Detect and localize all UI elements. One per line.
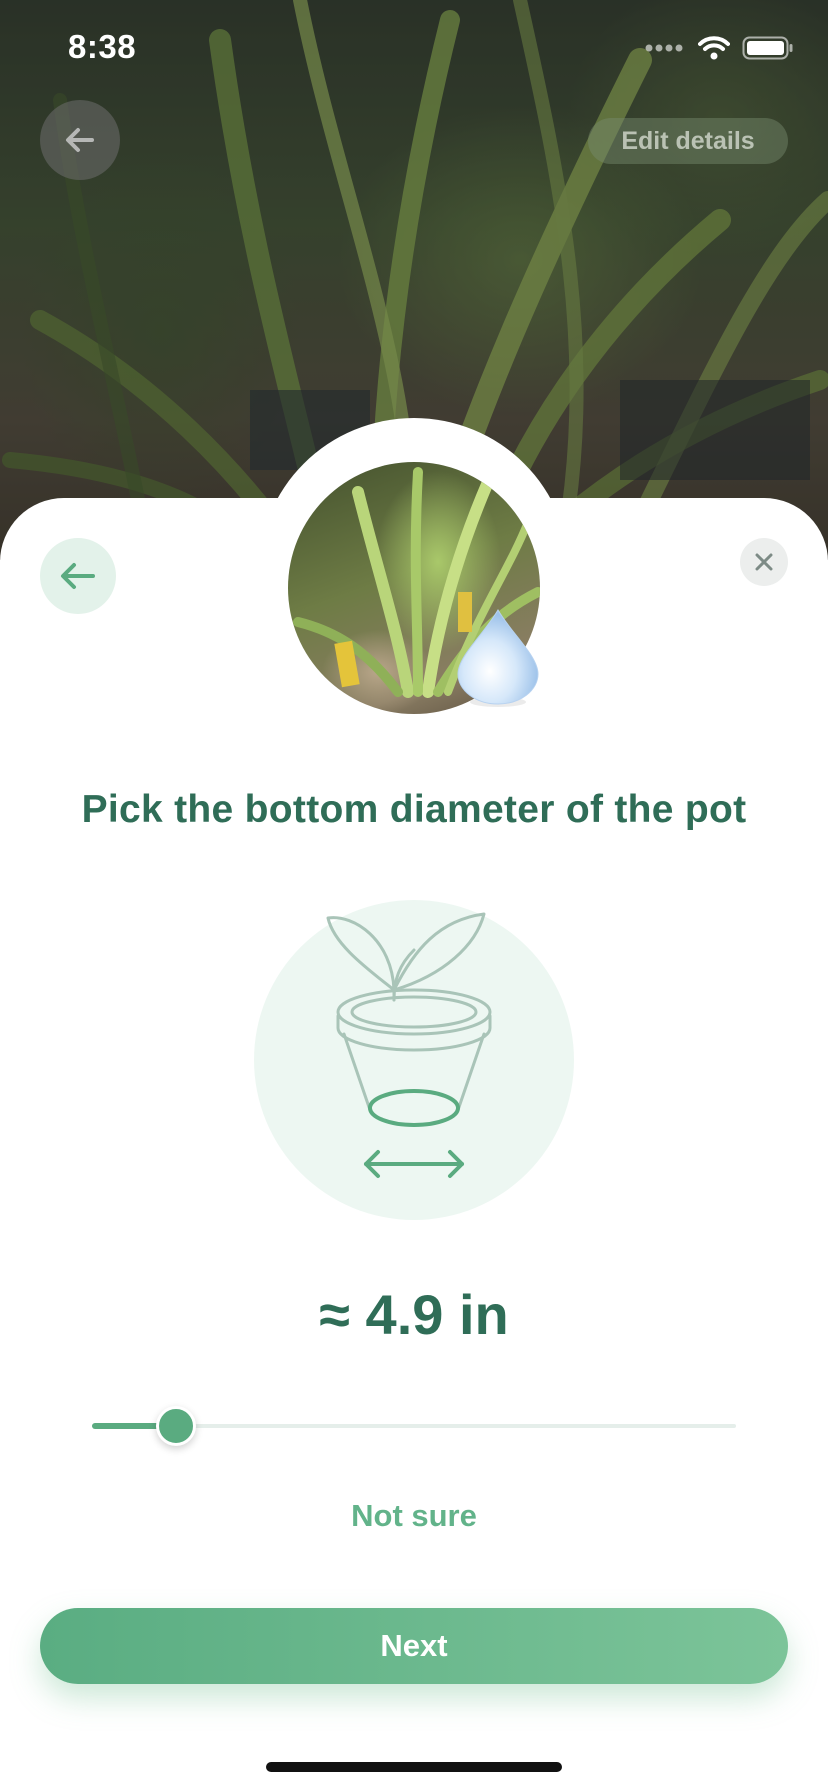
close-icon (755, 553, 773, 571)
question-title: Pick the bottom diameter of the pot (81, 788, 747, 831)
not-sure-button[interactable]: Not sure (314, 1492, 514, 1540)
signal-icon (645, 44, 683, 52)
diameter-value: ≈ 4.9 in (319, 1283, 509, 1346)
home-indicator (266, 1762, 562, 1772)
sheet-back-button[interactable] (40, 538, 116, 614)
pot-diameter-icon (254, 900, 574, 1220)
status-bar: 8:38 (0, 0, 828, 100)
status-time: 8:38 (68, 28, 137, 65)
battery-icon (742, 36, 793, 60)
water-drop-icon (452, 604, 544, 708)
edit-details-button[interactable]: Edit details (588, 118, 788, 164)
close-button[interactable] (740, 538, 788, 586)
diameter-slider[interactable] (92, 1406, 736, 1446)
next-button[interactable]: Next (40, 1608, 788, 1684)
arrow-left-icon (61, 563, 95, 589)
arrow-left-icon (66, 128, 94, 152)
wifi-icon (698, 36, 730, 60)
photo-back-button[interactable] (40, 100, 120, 180)
slider-thumb[interactable] (156, 1406, 196, 1446)
